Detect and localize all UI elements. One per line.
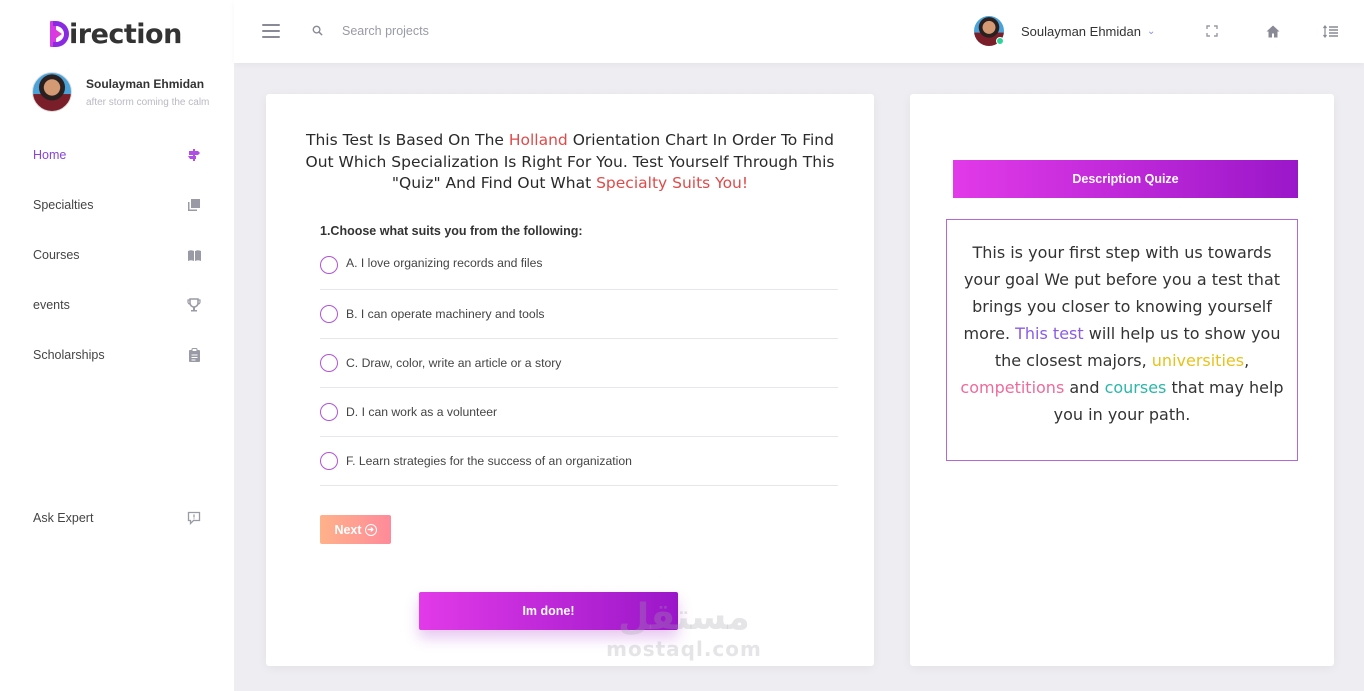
sidebar: irection Soulayman Ehmidan after storm c…: [0, 0, 234, 691]
book-icon: [186, 247, 202, 263]
sidebar-item-label: Courses: [33, 248, 80, 262]
sidebar-nav: Home Specialties Courses events Scholars…: [0, 130, 234, 380]
sidebar-item-ask-expert[interactable]: Ask Expert: [0, 493, 234, 543]
sidebar-item-label: Home: [33, 148, 67, 162]
competitions-link: competitions: [960, 378, 1065, 397]
logo-text: irection: [69, 18, 182, 50]
option-label: F. Learn strategies for the success of a…: [346, 454, 632, 468]
list-indent-icon[interactable]: [1323, 23, 1339, 39]
stack-icon: [186, 197, 202, 213]
trophy-icon: [186, 297, 202, 313]
logo-mark-icon: [50, 21, 69, 47]
radio-button[interactable]: [320, 354, 338, 372]
quiz-title: This Test Is Based On The Holland Orient…: [305, 131, 835, 192]
signpost-icon: [186, 147, 202, 163]
this-test-highlight: This test: [1015, 324, 1084, 343]
chat-icon: [186, 510, 202, 526]
radio-button[interactable]: [320, 403, 338, 421]
next-button[interactable]: Next ➜: [320, 515, 391, 544]
clipboard-icon: [186, 347, 202, 363]
top-header: Soulayman Ehmidan ⌄: [234, 0, 1364, 63]
question-text: 1.Choose what suits you from the followi…: [320, 224, 583, 238]
sidebar-item-label: Specialties: [33, 198, 94, 212]
radio-button[interactable]: [320, 305, 338, 323]
radio-button[interactable]: [320, 256, 338, 274]
search-icon: [312, 25, 323, 36]
arrow-right-circle-icon: ➜: [364, 523, 377, 536]
answer-option-d[interactable]: D. I can work as a volunteer: [320, 388, 838, 437]
courses-link: courses: [1104, 378, 1167, 397]
option-label: D. I can work as a volunteer: [346, 405, 498, 419]
holland-highlight: Holland: [508, 131, 568, 149]
chevron-down-icon: ⌄: [1146, 25, 1156, 37]
app-logo[interactable]: irection: [50, 14, 182, 54]
option-label: B. I can operate machinery and tools: [346, 307, 545, 321]
online-status-indicator: [996, 37, 1004, 45]
home-icon[interactable]: [1265, 23, 1281, 39]
ask-expert-section: Ask Expert: [0, 493, 234, 543]
search-input[interactable]: [342, 20, 542, 42]
radio-button[interactable]: [320, 452, 338, 470]
description-quiz-button[interactable]: Description Quize: [953, 160, 1298, 198]
description-text-box: This is your first step with us towards …: [946, 219, 1298, 461]
sidebar-item-home[interactable]: Home: [0, 130, 234, 180]
sidebar-item-label: Ask Expert: [33, 511, 94, 525]
sidebar-item-label: events: [33, 298, 70, 312]
option-label: C. Draw, color, write an article or a st…: [346, 356, 562, 370]
menu-icon[interactable]: [262, 24, 280, 38]
next-button-label: Next: [334, 522, 362, 537]
sidebar-item-specialties[interactable]: Specialties: [0, 180, 234, 230]
sidebar-item-courses[interactable]: Courses: [0, 230, 234, 280]
universities-link: universities: [1151, 351, 1245, 370]
specialty-highlight: Specialty Suits You!: [596, 174, 749, 192]
sidebar-profile: Soulayman Ehmidan after storm coming the…: [32, 72, 209, 112]
answer-option-c[interactable]: C. Draw, color, write an article or a st…: [320, 339, 838, 388]
sidebar-item-scholarships[interactable]: Scholarships: [0, 330, 234, 380]
done-button[interactable]: Im done!: [419, 592, 678, 630]
sidebar-item-label: Scholarships: [33, 348, 105, 362]
quiz-card: This Test Is Based On The Holland Orient…: [266, 94, 874, 666]
option-label: A. I love organizing records and files: [346, 256, 543, 270]
sidebar-item-events[interactable]: events: [0, 280, 234, 330]
answer-options: A. I love organizing records and files B…: [320, 249, 838, 486]
answer-option-f[interactable]: F. Learn strategies for the success of a…: [320, 437, 838, 486]
user-menu[interactable]: Soulayman Ehmidan ⌄: [974, 16, 1155, 46]
profile-name: Soulayman Ehmidan: [86, 76, 205, 91]
fullscreen-icon[interactable]: [1204, 23, 1220, 39]
avatar: [32, 72, 72, 112]
answer-option-a[interactable]: A. I love organizing records and files: [320, 249, 838, 290]
user-name: Soulayman Ehmidan: [1021, 23, 1141, 39]
answer-option-b[interactable]: B. I can operate machinery and tools: [320, 290, 838, 339]
profile-subtitle: after storm coming the calm: [86, 96, 210, 108]
description-card: Description Quize This is your first ste…: [910, 94, 1334, 666]
